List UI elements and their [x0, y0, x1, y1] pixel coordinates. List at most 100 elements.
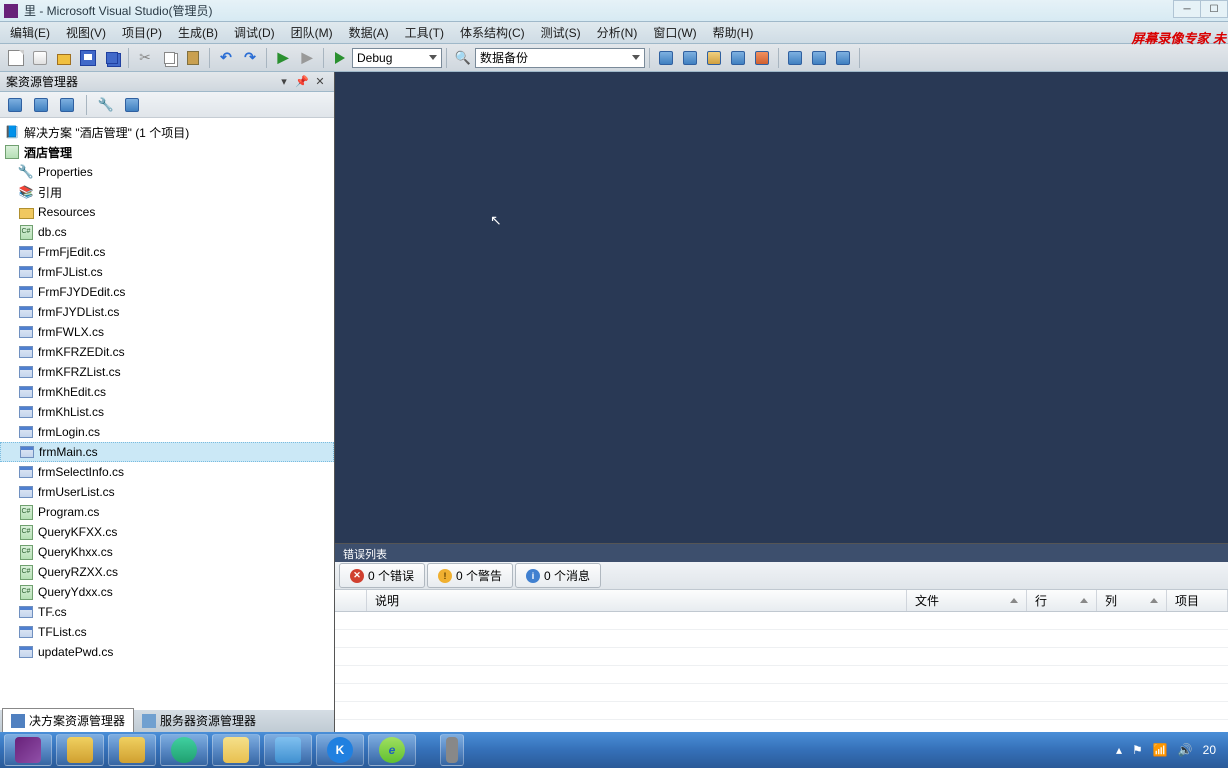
tray-network-icon[interactable]: 📶	[1153, 743, 1168, 757]
warnings-filter-button[interactable]: ! 0 个警告	[427, 563, 513, 588]
copy-button[interactable]	[158, 47, 180, 69]
tree-node-file[interactable]: QueryRZXX.cs	[0, 562, 334, 582]
tray-clock[interactable]: 20	[1203, 743, 1216, 757]
tree-node-file[interactable]: FrmFjEdit.cs	[0, 242, 334, 262]
solution-tree[interactable]: 📘 解决方案 "酒店管理" (1 个项目) 酒店管理 🔧Properties📚引…	[0, 118, 334, 710]
col-file[interactable]: 文件	[907, 590, 1027, 611]
tree-node-file[interactable]: FrmFJYDEdit.cs	[0, 282, 334, 302]
maximize-button[interactable]: ☐	[1200, 0, 1228, 18]
col-project[interactable]: 项目	[1167, 590, 1228, 611]
tree-node-file[interactable]: frmUserList.cs	[0, 482, 334, 502]
toolbox-button-2[interactable]	[679, 47, 701, 69]
col-column[interactable]: 列	[1097, 590, 1167, 611]
tree-node-file[interactable]: TFList.cs	[0, 622, 334, 642]
solution-root-node[interactable]: 📘 解决方案 "酒店管理" (1 个项目)	[0, 122, 334, 142]
toolbox-button-5[interactable]	[751, 47, 773, 69]
nav-back-button[interactable]: ▶	[272, 47, 294, 69]
task-ie[interactable]: e	[368, 734, 416, 766]
tree-node-file[interactable]: frmFJYDList.cs	[0, 302, 334, 322]
tree-node-file[interactable]: QueryKFXX.cs	[0, 522, 334, 542]
tree-node-file[interactable]: frmMain.cs	[0, 442, 334, 462]
solution-config-combo[interactable]: Debug	[352, 48, 442, 68]
menu-item[interactable]: 分析(N)	[589, 21, 646, 44]
undo-button[interactable]: ↶	[215, 47, 237, 69]
menu-item[interactable]: 帮助(H)	[705, 21, 762, 44]
sol-home-button[interactable]	[4, 94, 26, 116]
paste-button[interactable]	[182, 47, 204, 69]
menu-item[interactable]: 窗口(W)	[645, 21, 704, 44]
tree-node-file[interactable]: frmLogin.cs	[0, 422, 334, 442]
task-app-1[interactable]	[56, 734, 104, 766]
open-button[interactable]	[53, 47, 75, 69]
tree-node-file[interactable]: 📚引用	[0, 182, 334, 202]
panel-dropdown-button[interactable]: ▾	[276, 74, 292, 90]
toolbox-button-3[interactable]	[703, 47, 725, 69]
redo-button[interactable]: ↷	[239, 47, 261, 69]
toolbox-button-4[interactable]	[727, 47, 749, 69]
sol-properties-button[interactable]: 🔧	[95, 94, 117, 116]
tree-node-file[interactable]: frmKhEdit.cs	[0, 382, 334, 402]
tab-solution-explorer[interactable]: 决方案资源管理器	[2, 708, 134, 732]
start-debug-button[interactable]	[329, 47, 351, 69]
col-icon[interactable]	[335, 590, 367, 611]
menu-item[interactable]: 团队(M)	[283, 21, 341, 44]
tree-node-file[interactable]: db.cs	[0, 222, 334, 242]
task-app-3[interactable]	[160, 734, 208, 766]
task-app-6[interactable]	[440, 734, 464, 766]
task-vs[interactable]	[4, 734, 52, 766]
tree-node-file[interactable]: frmFJList.cs	[0, 262, 334, 282]
menu-item[interactable]: 工具(T)	[397, 21, 452, 44]
find-combo[interactable]: 数据备份	[475, 48, 645, 68]
new-file-button[interactable]	[29, 47, 51, 69]
error-grid-body[interactable]	[335, 612, 1228, 732]
task-explorer[interactable]	[212, 734, 260, 766]
menu-item[interactable]: 编辑(E)	[2, 21, 58, 44]
tray-volume-icon[interactable]: 🔊	[1178, 743, 1193, 757]
menu-item[interactable]: 生成(B)	[170, 21, 226, 44]
col-line[interactable]: 行	[1027, 590, 1097, 611]
project-node[interactable]: 酒店管理	[0, 142, 334, 162]
save-button[interactable]	[77, 47, 99, 69]
errors-filter-button[interactable]: ✕ 0 个错误	[339, 563, 425, 588]
menu-item[interactable]: 体系结构(C)	[452, 21, 533, 44]
tree-node-file[interactable]: frmKFRZList.cs	[0, 362, 334, 382]
menu-item[interactable]: 数据(A)	[341, 21, 397, 44]
sol-collapse-button[interactable]	[56, 94, 78, 116]
panel-pin-button[interactable]: 📌	[294, 74, 310, 90]
col-description[interactable]: 说明	[367, 590, 907, 611]
tree-node-file[interactable]: frmFWLX.cs	[0, 322, 334, 342]
task-app-5[interactable]: K	[316, 734, 364, 766]
menu-item[interactable]: 测试(S)	[533, 21, 589, 44]
toolbox-button-7[interactable]	[808, 47, 830, 69]
task-app-2[interactable]	[108, 734, 156, 766]
toolbox-button-8[interactable]	[832, 47, 854, 69]
tree-node-file[interactable]: QueryYdxx.cs	[0, 582, 334, 602]
tray-flag-icon[interactable]: ⚑	[1132, 743, 1143, 757]
panel-close-button[interactable]: ✕	[312, 74, 328, 90]
tree-node-file[interactable]: updatePwd.cs	[0, 642, 334, 662]
tree-node-file[interactable]: Program.cs	[0, 502, 334, 522]
find-button[interactable]: 🔍	[452, 47, 474, 69]
tab-server-explorer[interactable]: 服务器资源管理器	[134, 709, 264, 732]
cut-button[interactable]: ✂	[134, 47, 156, 69]
menu-item[interactable]: 项目(P)	[114, 21, 170, 44]
toolbox-button-1[interactable]	[655, 47, 677, 69]
tray-up-icon[interactable]: ▴	[1116, 743, 1122, 757]
tree-node-file[interactable]: frmKhList.cs	[0, 402, 334, 422]
tree-node-file[interactable]: Resources	[0, 202, 334, 222]
minimize-button[interactable]: ─	[1173, 0, 1201, 18]
save-all-button[interactable]	[101, 47, 123, 69]
menu-item[interactable]: 调试(D)	[226, 21, 283, 44]
sol-refresh-button[interactable]	[30, 94, 52, 116]
toolbox-button-6[interactable]	[784, 47, 806, 69]
tree-node-file[interactable]: frmKFRZEDit.cs	[0, 342, 334, 362]
tree-node-file[interactable]: frmSelectInfo.cs	[0, 462, 334, 482]
nav-forward-button[interactable]: ▶	[296, 47, 318, 69]
sol-showall-button[interactable]	[121, 94, 143, 116]
tree-node-file[interactable]: QueryKhxx.cs	[0, 542, 334, 562]
tree-node-file[interactable]: TF.cs	[0, 602, 334, 622]
task-app-4[interactable]	[264, 734, 312, 766]
menu-item[interactable]: 视图(V)	[58, 21, 114, 44]
tree-node-file[interactable]: 🔧Properties	[0, 162, 334, 182]
new-project-button[interactable]	[5, 47, 27, 69]
